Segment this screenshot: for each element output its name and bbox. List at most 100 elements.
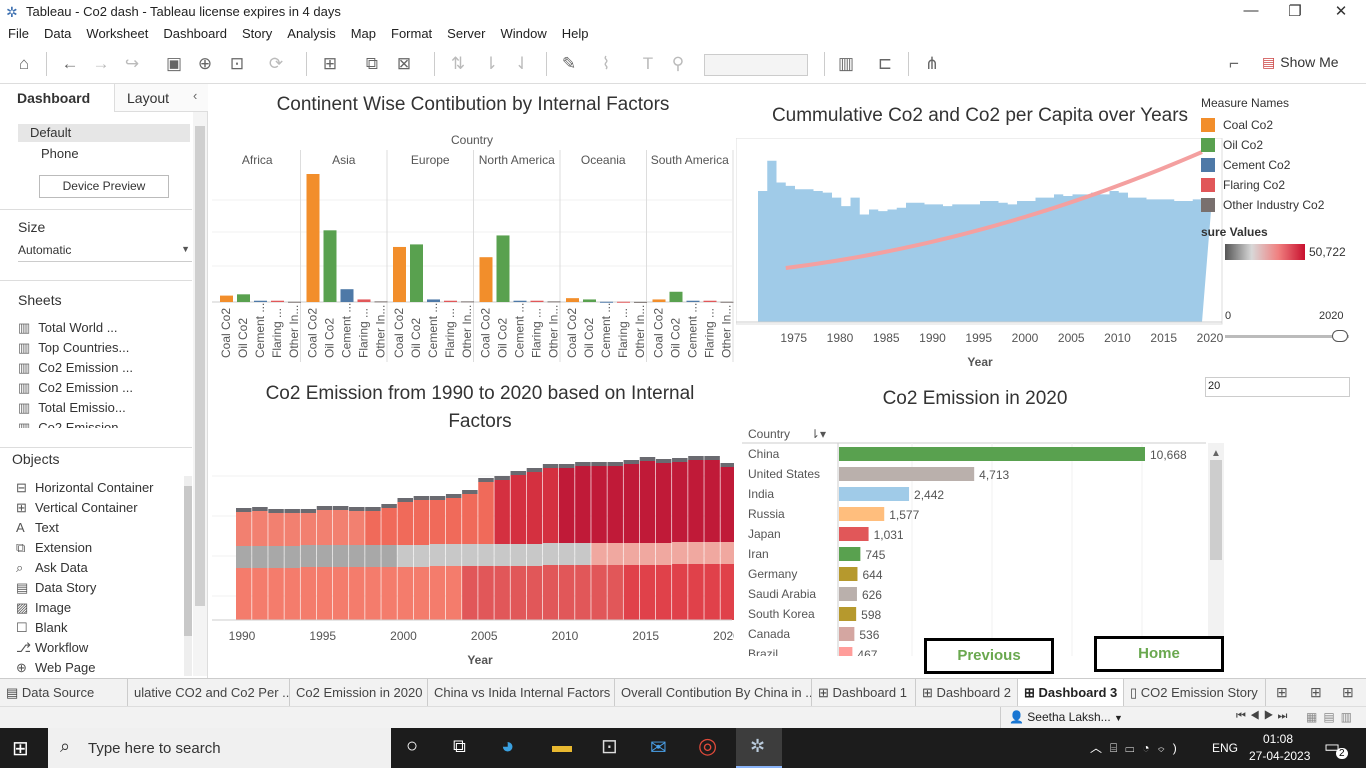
tab-dashboard[interactable]: Dashboard [0, 84, 114, 112]
object-item[interactable]: ☐ Blank [16, 620, 182, 640]
labels-icon[interactable]: T [636, 52, 660, 76]
replace-data-icon[interactable]: ↪ [120, 52, 144, 76]
menu-window[interactable]: Window [492, 24, 553, 41]
tab-3[interactable]: China vs Inida Internal Factors [428, 679, 615, 706]
device-default[interactable]: Default [18, 124, 190, 142]
device-preview-button[interactable]: Device Preview [39, 175, 169, 198]
sort-asc-icon[interactable]: ⇂ [479, 52, 503, 76]
sheet-nav-icons[interactable]: ⏮◀▶⏭ [1236, 710, 1291, 723]
tab-5[interactable]: ⊞ Dashboard 1 [812, 679, 916, 706]
sheet-item[interactable]: ▥ Top Countries... [18, 340, 188, 360]
windows-start-icon[interactable]: ⊞ [12, 736, 29, 761]
legend-item[interactable]: Coal Co2 [1201, 115, 1366, 135]
file-explorer-icon[interactable]: ▬ [552, 735, 572, 758]
objects-scrollbar[interactable] [184, 476, 192, 676]
year-input[interactable]: 20 [1205, 377, 1350, 397]
cortana-icon[interactable]: ○ [406, 735, 418, 758]
menu-file[interactable]: File [0, 24, 36, 41]
tab-0[interactable]: ▤ Data Source [0, 679, 128, 706]
sort-desc-icon[interactable]: ⇃ [510, 52, 534, 76]
menu-server[interactable]: Server [439, 24, 492, 41]
legend-item[interactable]: Other Industry Co2 [1201, 195, 1366, 215]
sheet-item[interactable]: ▥ Co2 Emission ... [18, 380, 188, 400]
highlight-icon[interactable]: ✎ [557, 52, 581, 76]
object-item[interactable]: A Text [16, 520, 182, 540]
object-item[interactable]: ⊞ Vertical Container [16, 500, 182, 520]
pin-icon[interactable]: ⚲ [666, 52, 690, 76]
language-indicator[interactable]: ENG [1212, 741, 1238, 755]
edge-icon[interactable]: ◕ [501, 733, 514, 759]
user-menu[interactable]: 👤 Seetha Laksh... ▼ [1000, 707, 1126, 728]
fit-dropdown[interactable] [704, 54, 808, 76]
device-phone[interactable]: Phone [41, 146, 79, 161]
menu-format[interactable]: Format [383, 24, 439, 41]
menu-analysis[interactable]: Analysis [279, 24, 342, 41]
minimize-button[interactable]: — [1236, 2, 1266, 19]
menu-dashboard[interactable]: Dashboard [155, 24, 234, 41]
new-worksheet-tab-icon[interactable]: ⊞ [1276, 684, 1288, 701]
clock-time[interactable]: 01:08 [1263, 732, 1293, 746]
object-item[interactable]: ⧉ Extension [16, 540, 182, 560]
format-painter-icon[interactable]: ⌐ [1222, 52, 1246, 76]
close-button[interactable]: ✕ [1326, 2, 1356, 20]
new-dashboard-tab-icon[interactable]: ⊞ [1310, 684, 1322, 701]
panel-scrollbar[interactable] [193, 112, 207, 676]
sheet-item[interactable]: ▥ Total World ... [18, 320, 188, 340]
presentation-icon[interactable]: ⊏ [873, 52, 897, 76]
clock-date[interactable]: 27-04-2023 [1249, 749, 1310, 763]
size-dropdown[interactable]: Automatic ▼ [18, 242, 192, 262]
tab-6[interactable]: ⊞ Dashboard 2 [916, 679, 1018, 706]
view-mode-icons[interactable]: ▦▤▥ [1306, 710, 1358, 724]
sheet-item[interactable]: ▥ Co2 Emission ... [18, 360, 188, 380]
maximize-button[interactable]: ❐ [1280, 2, 1310, 20]
group-icon[interactable]: ⌇ [594, 52, 618, 76]
object-item[interactable]: ▤ Data Story [16, 580, 182, 600]
show-cards-icon[interactable]: ▥ [834, 52, 858, 76]
chrome-icon[interactable]: ◎ [698, 733, 717, 759]
sheet-item[interactable]: ▥ Co2 Emission... [18, 420, 188, 428]
home-button[interactable]: Home [1094, 636, 1224, 672]
menu-worksheet[interactable]: Worksheet [78, 24, 155, 41]
tab-7[interactable]: ⊞ Dashboard 3 [1018, 679, 1124, 706]
show-me-button[interactable]: ▤ Show Me [1262, 54, 1339, 71]
taskbar-search[interactable]: ⌕ Type here to search [48, 728, 391, 768]
tab-8[interactable]: ▯ CO2 Emission Story [1124, 679, 1266, 706]
previous-button[interactable]: Previous [924, 638, 1054, 674]
legend-item[interactable]: Flaring Co2 [1201, 175, 1366, 195]
refresh-icon[interactable]: ⟳ [264, 52, 288, 76]
object-item[interactable]: ⊕ Web Page [16, 660, 182, 676]
menu-map[interactable]: Map [343, 24, 383, 41]
object-item[interactable]: ⊟ Horizontal Container [16, 480, 182, 500]
mail-icon[interactable]: ✉ [650, 735, 667, 760]
tab-1[interactable]: ulative CO2 and Co2 Per ... [128, 679, 290, 706]
object-item[interactable]: ⌕ Ask Data [16, 560, 182, 580]
home-icon[interactable]: ⌂ [12, 52, 36, 76]
undo-icon[interactable]: ← [58, 52, 82, 76]
new-story-tab-icon[interactable]: ⊞ [1342, 684, 1354, 701]
menu-data[interactable]: Data [36, 24, 78, 41]
swap-icon[interactable]: ⇅ [446, 52, 470, 76]
object-item[interactable]: ▨ Image [16, 600, 182, 620]
share-icon[interactable]: ⋔ [920, 52, 944, 76]
tab-2[interactable]: Co2 Emission in 2020 [290, 679, 428, 706]
clear-sheet-icon[interactable]: ⊠ [392, 52, 416, 76]
sheet-item[interactable]: ▥ Total Emissio... [18, 400, 188, 420]
legend-item[interactable]: Cement Co2 [1201, 155, 1366, 175]
tab-4[interactable]: Overall Contibution By China in ... [615, 679, 812, 706]
slider-handle[interactable] [1332, 330, 1348, 342]
save-icon[interactable]: ▣ [162, 52, 186, 76]
menu-story[interactable]: Story [234, 24, 279, 41]
year-slider[interactable] [1225, 335, 1349, 338]
tab-layout[interactable]: Layout ‹ [114, 84, 208, 112]
menu-help[interactable]: Help [554, 24, 596, 41]
redo-icon[interactable]: → [89, 52, 113, 76]
new-datasource-icon[interactable]: ⊕ [193, 52, 217, 76]
tray-icons[interactable]: ︿⌸▭◔⌔) [1090, 739, 1185, 756]
duplicate-icon[interactable]: ⧉ [360, 52, 384, 76]
tableau-taskbar-button[interactable]: ✲ [736, 728, 782, 768]
task-view-icon[interactable]: ⧉ [453, 736, 466, 757]
object-item[interactable]: ⎇ Workflow [16, 640, 182, 660]
legend-item[interactable]: Oil Co2 [1201, 135, 1366, 155]
new-worksheet-icon[interactable]: ⊞ [318, 52, 342, 76]
store-icon[interactable]: ⊡ [601, 734, 618, 759]
